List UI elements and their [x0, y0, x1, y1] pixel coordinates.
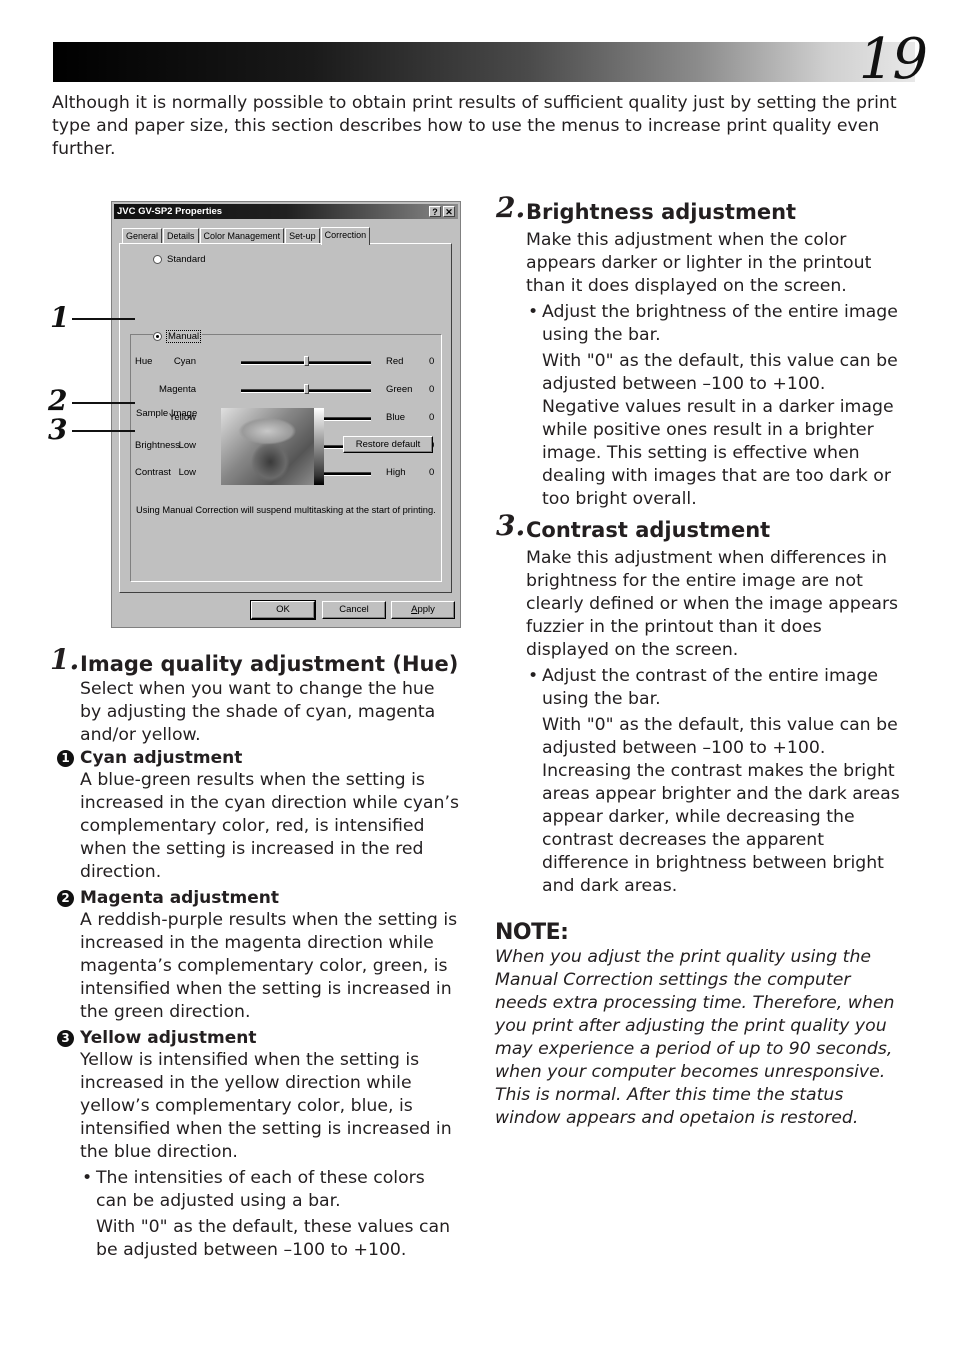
section-number: 1.: [50, 643, 80, 676]
callout-number-2: 2: [48, 384, 68, 417]
slider-left-label: Low: [178, 440, 196, 451]
slider-row-magenta-green: Magenta Green 0: [131, 383, 441, 397]
circled-number-2-icon: 2: [57, 890, 74, 907]
circled-number-1-icon: 1: [57, 750, 74, 767]
subsection-heading-yellow: 3 Yellow adjustment: [57, 1027, 460, 1049]
section-title: Brightness adjustment: [526, 200, 797, 224]
slider-thumb[interactable]: [303, 356, 309, 366]
subsection-body: A reddish-purple results when the settin…: [80, 910, 458, 1022]
section-body: Make this adjustment when the color appe…: [526, 230, 872, 296]
cancel-button[interactable]: Cancel: [322, 601, 386, 619]
section-title: Image quality adjustment (Hue): [80, 652, 459, 676]
dialog-titlebar: JVC GV-SP2 Properties ? ✕: [114, 204, 458, 219]
bullet-continuation: With "0" as the default, this value can …: [542, 351, 898, 509]
slider-category-brightness: Brightness: [135, 440, 180, 451]
slider-category-hue: Hue: [135, 356, 153, 367]
bullet-continuation: With "0" as the default, these values ca…: [96, 1217, 451, 1260]
slider-value: 0: [429, 384, 435, 395]
ok-button[interactable]: OK: [250, 600, 316, 620]
tab-general[interactable]: General: [122, 228, 163, 244]
slider-right-label: Green: [386, 384, 413, 395]
apply-button[interactable]: Apply: [391, 601, 455, 619]
note-heading: NOTE:: [495, 920, 569, 945]
correction-panel: Standard Manual Hue Cyan Red 0 Magenta G…: [119, 243, 452, 593]
sample-image: [221, 408, 324, 485]
slider-value: 0: [429, 467, 435, 478]
subsection-title: Cyan adjustment: [80, 748, 243, 768]
tab-setup[interactable]: Set-up: [285, 228, 320, 244]
section-body: Make this adjustment when differences in…: [526, 548, 899, 660]
tab-correction[interactable]: Correction: [320, 227, 371, 245]
slider-right-label: High: [386, 467, 406, 478]
bullet-item: The intensities of each of these colors …: [80, 1167, 460, 1213]
section-hue: 1. Image quality adjustment (Hue) Select…: [50, 646, 460, 1262]
slider-track-magenta-green[interactable]: [241, 384, 371, 394]
apply-label: pply: [417, 604, 435, 615]
slider-value: 0: [429, 356, 435, 367]
note-body: When you adjust the print quality using …: [495, 947, 895, 1128]
section-number: 3.: [496, 509, 526, 542]
radio-standard[interactable]: Standard: [153, 254, 206, 265]
section-heading: 1. Image quality adjustment (Hue): [50, 646, 460, 678]
section-brightness: 2. Brightness adjustment Make this adjus…: [496, 194, 906, 511]
intro-paragraph: Although it is normally possible to obta…: [52, 93, 897, 159]
subsection-body: Yellow is intensified when the setting i…: [80, 1050, 452, 1162]
section-title: Contrast adjustment: [526, 518, 771, 542]
bullet-continuation: With "0" as the default, this value can …: [542, 715, 900, 896]
callout-number-3: 3: [48, 413, 68, 446]
bullet-item: Adjust the brightness of the entire imag…: [526, 301, 906, 347]
section-heading: 2. Brightness adjustment: [496, 194, 906, 226]
sample-image-label: Sample Image: [136, 408, 198, 419]
subsection-title: Yellow adjustment: [80, 1028, 257, 1048]
tab-strip: General Details Color Management Set-up …: [122, 226, 371, 245]
radio-manual-label: Manual: [165, 330, 202, 343]
dialog-title: JVC GV-SP2 Properties: [117, 206, 223, 217]
callout-line-2: [72, 402, 135, 404]
page-number: 19: [858, 27, 928, 92]
slider-right-label: Red: [386, 356, 404, 367]
bullet-item: Adjust the contrast of the entire image …: [526, 665, 906, 711]
slider-thumb[interactable]: [303, 384, 309, 394]
subsection-heading-cyan: 1 Cyan adjustment: [57, 747, 460, 769]
slider-left-label: Magenta: [159, 384, 196, 395]
close-button[interactable]: ✕: [443, 206, 455, 217]
subsection-body: A blue-green results when the setting is…: [80, 770, 459, 882]
section-number: 2.: [496, 191, 526, 224]
section-contrast: 3. Contrast adjustment Make this adjustm…: [496, 512, 906, 898]
question-icon: ?: [432, 207, 438, 217]
circled-number-3-icon: 3: [57, 1030, 74, 1047]
slider-right-label: Blue: [386, 412, 406, 423]
slider-row-cyan-red: Hue Cyan Red 0: [131, 355, 441, 369]
slider-left-label: Low: [178, 467, 196, 478]
subsection-heading-magenta: 2 Magenta adjustment: [57, 887, 460, 909]
tab-details[interactable]: Details: [163, 228, 199, 244]
section-body: Select when you want to change the hue b…: [80, 679, 436, 745]
multitasking-warning: Using Manual Correction will suspend mul…: [136, 505, 436, 515]
header-gradient-bar: [53, 42, 915, 82]
subsection-title: Magenta adjustment: [80, 888, 279, 908]
radio-manual[interactable]: Manual: [153, 330, 203, 343]
slider-track-cyan-red[interactable]: [241, 356, 371, 366]
slider-value: 0: [429, 412, 435, 423]
radio-standard-label: Standard: [167, 254, 206, 265]
close-icon: ✕: [445, 207, 453, 217]
note-box: NOTE: When you adjust the print quality …: [495, 920, 905, 1130]
callout-number-1: 1: [50, 301, 70, 334]
slider-category-contrast: Contrast: [135, 467, 171, 478]
properties-dialog: JVC GV-SP2 Properties ? ✕ General Detail…: [111, 201, 461, 628]
section-heading: 3. Contrast adjustment: [496, 512, 906, 544]
slider-left-label: Cyan: [173, 356, 196, 367]
tab-color-management[interactable]: Color Management: [199, 228, 285, 244]
help-button[interactable]: ?: [429, 206, 441, 217]
radio-standard-indicator: [153, 255, 162, 264]
callout-line-1: [72, 318, 135, 320]
radio-manual-indicator: [153, 332, 162, 341]
restore-default-button[interactable]: Restore default: [343, 436, 433, 453]
callout-line-3: [72, 430, 135, 432]
